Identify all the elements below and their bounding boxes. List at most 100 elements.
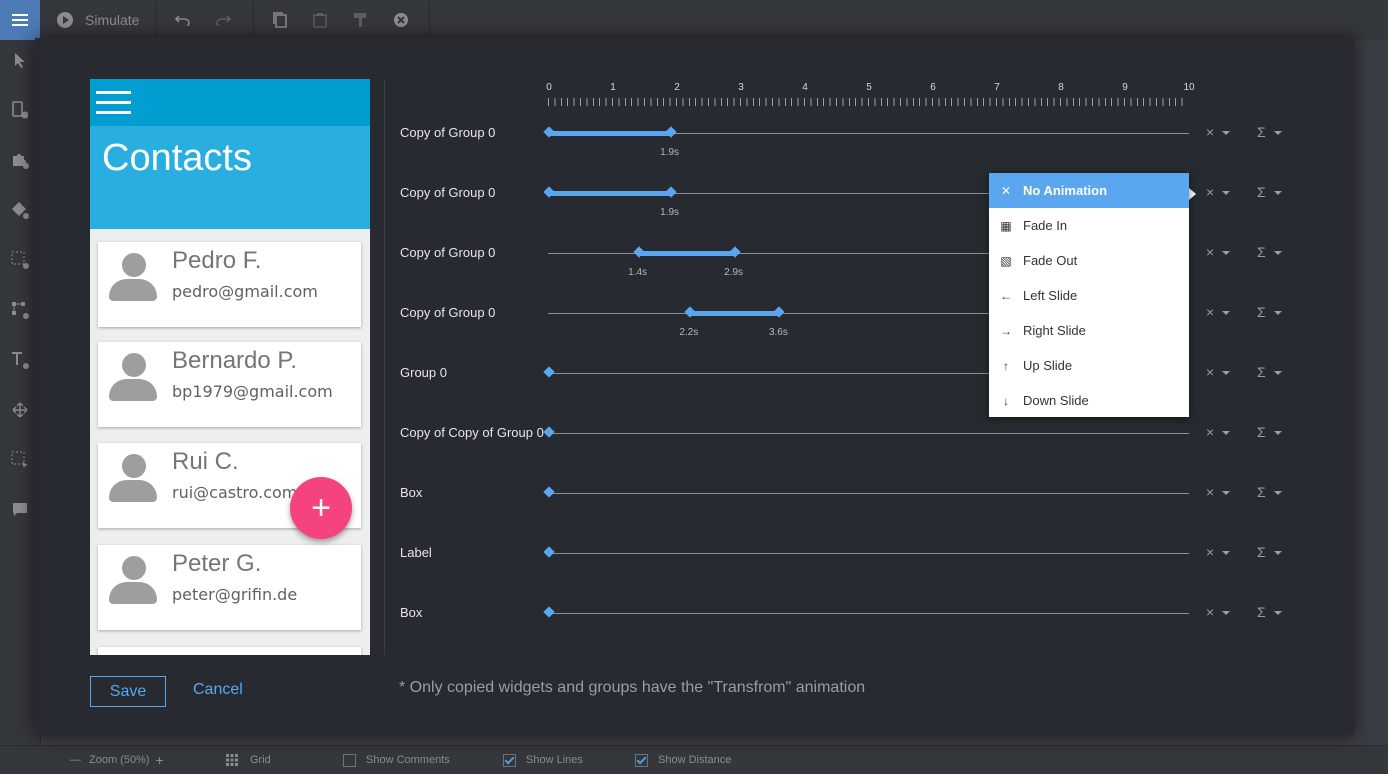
grid-toggle[interactable]: Grid xyxy=(226,746,271,774)
chevron-down-icon xyxy=(1273,431,1282,436)
animation-type-dropdown[interactable]: × xyxy=(1206,424,1231,440)
menu-button[interactable] xyxy=(0,0,40,40)
paste-button[interactable] xyxy=(313,0,327,40)
animation-type-dropdown[interactable]: × xyxy=(1206,244,1231,260)
redo-button[interactable] xyxy=(215,0,231,40)
start-handle[interactable] xyxy=(543,486,555,498)
zoom-control[interactable]: — Zoom (50%) + xyxy=(70,746,164,774)
arrow-left-icon: ← xyxy=(1000,288,1012,303)
simulate-button[interactable]: Simulate xyxy=(57,0,139,40)
start-handle[interactable] xyxy=(543,546,555,558)
time-axis: 0 1 2 3 4 5 6 7 8 9 10 xyxy=(546,78,1195,108)
add-text-tool[interactable] xyxy=(10,350,30,370)
comment-tool[interactable] xyxy=(10,500,30,520)
menu-item-label: Right Slide xyxy=(1023,323,1086,338)
add-path-tool[interactable] xyxy=(10,300,30,320)
cancel-button[interactable]: Cancel xyxy=(193,681,243,699)
chevron-down-icon xyxy=(1222,191,1231,196)
animation-segment[interactable] xyxy=(688,311,779,316)
close-icon: × xyxy=(1206,424,1215,440)
move-tool[interactable] xyxy=(10,400,30,420)
axis-tick-label: 2 xyxy=(674,82,680,93)
zoom-in-icon[interactable]: + xyxy=(156,752,164,768)
close-icon: × xyxy=(1206,544,1215,560)
menu-item-left-slide[interactable]: ← Left Slide xyxy=(989,278,1189,313)
close-icon: × xyxy=(1206,184,1215,200)
row-track[interactable] xyxy=(548,613,1189,614)
sigma-icon: Σ xyxy=(1257,124,1266,140)
row-track[interactable] xyxy=(548,433,1189,434)
zoom-out-icon[interactable]: — xyxy=(70,754,81,766)
animation-type-dropdown[interactable]: × xyxy=(1206,484,1231,500)
menu-item-right-slide[interactable]: → Right Slide xyxy=(989,313,1189,348)
comment-icon xyxy=(13,503,27,516)
animation-segment[interactable] xyxy=(637,251,734,256)
menu-item-label: No Animation xyxy=(1023,183,1108,198)
easing-dropdown[interactable]: Σ xyxy=(1257,544,1282,560)
add-box-tool[interactable] xyxy=(10,250,30,270)
easing-dropdown[interactable]: Σ xyxy=(1257,364,1282,380)
time-label: 3.6s xyxy=(768,327,788,338)
easing-dropdown[interactable]: Σ xyxy=(1257,244,1282,260)
start-handle[interactable] xyxy=(543,606,555,618)
chevron-down-icon xyxy=(1273,551,1282,556)
sigma-icon: Σ xyxy=(1257,364,1266,380)
start-handle[interactable] xyxy=(543,366,555,378)
row-track[interactable] xyxy=(548,553,1189,554)
animation-segment[interactable] xyxy=(548,131,670,136)
menu-item-down-slide[interactable]: ↓ Down Slide xyxy=(989,383,1189,418)
axis-tick-label: 3 xyxy=(738,82,744,93)
axis-tick-label: 6 xyxy=(930,82,936,93)
delete-icon xyxy=(394,13,408,27)
animation-type-dropdown[interactable]: × xyxy=(1206,184,1231,200)
menu-item-fade-in[interactable]: ▦ Fade In xyxy=(989,208,1189,243)
menu-item-fade-out[interactable]: ▧ Fade Out xyxy=(989,243,1189,278)
show-distance-check-icon xyxy=(635,753,648,767)
region-select-tool[interactable] xyxy=(10,450,30,470)
easing-dropdown[interactable]: Σ xyxy=(1257,424,1282,440)
sigma-icon: Σ xyxy=(1257,544,1266,560)
easing-dropdown[interactable]: Σ xyxy=(1257,304,1282,320)
add-shape-tool[interactable] xyxy=(10,200,30,220)
animation-type-dropdown[interactable]: × xyxy=(1206,604,1231,620)
show-distance-checkbox[interactable]: Show Distance xyxy=(635,746,731,774)
add-screen-tool[interactable] xyxy=(10,100,30,120)
format-painter-button[interactable] xyxy=(353,0,367,40)
menu-item-no-animation[interactable]: ✕ No Animation xyxy=(989,173,1189,208)
easing-dropdown[interactable]: Σ xyxy=(1257,124,1282,140)
easing-dropdown[interactable]: Σ xyxy=(1257,184,1282,200)
time-label: 1.9s xyxy=(660,207,680,218)
animation-segment[interactable] xyxy=(548,191,670,196)
sigma-icon: Σ xyxy=(1257,244,1266,260)
phone-icon xyxy=(12,101,28,119)
delete-button[interactable] xyxy=(393,0,409,40)
show-comments-checkbox[interactable]: Show Comments xyxy=(343,746,450,774)
menu-item-up-slide[interactable]: ↑ Up Slide xyxy=(989,348,1189,383)
row-label: Label xyxy=(400,545,432,560)
animation-type-dropdown[interactable]: × xyxy=(1206,304,1231,320)
sigma-icon: Σ xyxy=(1257,424,1266,440)
close-icon: × xyxy=(1206,304,1215,320)
animation-type-dropdown[interactable]: × xyxy=(1206,124,1231,140)
add-widget-tool[interactable] xyxy=(10,150,30,170)
menu-item-label: Down Slide xyxy=(1023,393,1089,408)
row-track[interactable] xyxy=(548,493,1189,494)
show-comments-check-icon xyxy=(343,753,356,767)
vector-path-icon xyxy=(12,302,29,319)
animation-type-dropdown[interactable]: × xyxy=(1206,364,1231,380)
menu-item-label: Fade Out xyxy=(1023,253,1078,268)
arrow-down-icon: ↓ xyxy=(1003,393,1009,408)
select-tool[interactable] xyxy=(10,50,30,70)
show-lines-checkbox[interactable]: Show Lines xyxy=(503,746,583,774)
copy-button[interactable] xyxy=(273,0,287,40)
easing-dropdown[interactable]: Σ xyxy=(1257,484,1282,500)
easing-dropdown[interactable]: Σ xyxy=(1257,604,1282,620)
start-handle[interactable] xyxy=(543,426,555,438)
chevron-down-icon xyxy=(1273,371,1282,376)
animation-type-dropdown[interactable]: × xyxy=(1206,544,1231,560)
dropdown-pointer xyxy=(1189,188,1196,200)
save-button[interactable]: Save xyxy=(90,676,166,707)
undo-button[interactable] xyxy=(175,0,191,40)
close-icon: ✕ xyxy=(1000,183,1012,198)
chevron-down-icon xyxy=(1222,491,1231,496)
